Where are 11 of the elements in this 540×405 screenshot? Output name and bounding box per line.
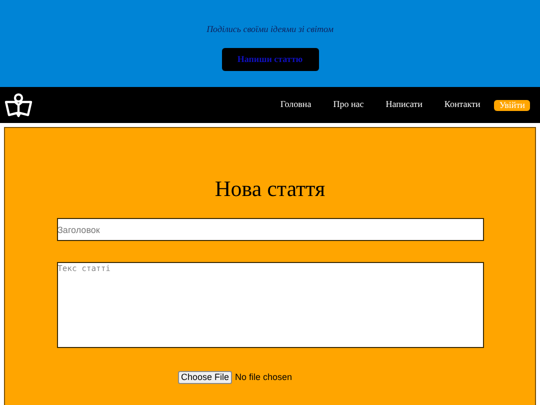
file-status: No file chosen bbox=[234, 371, 292, 384]
nav-link[interactable]: Головна bbox=[280, 98, 312, 112]
nav-link[interactable]: Написати bbox=[386, 98, 422, 112]
choose-file-button[interactable]: Choose File bbox=[178, 371, 232, 384]
open-book-icon bbox=[4, 92, 33, 118]
form-title: Нова стаття bbox=[214, 176, 326, 202]
article-text-field[interactable]: Текс статті bbox=[56, 262, 484, 348]
nav-link[interactable]: Про нас bbox=[333, 98, 364, 112]
tagline: Поділись своїми ідеями зі світом bbox=[206, 23, 334, 35]
title-field[interactable]: Заголовок bbox=[56, 218, 484, 241]
nav-link[interactable]: Контакти bbox=[444, 98, 480, 112]
